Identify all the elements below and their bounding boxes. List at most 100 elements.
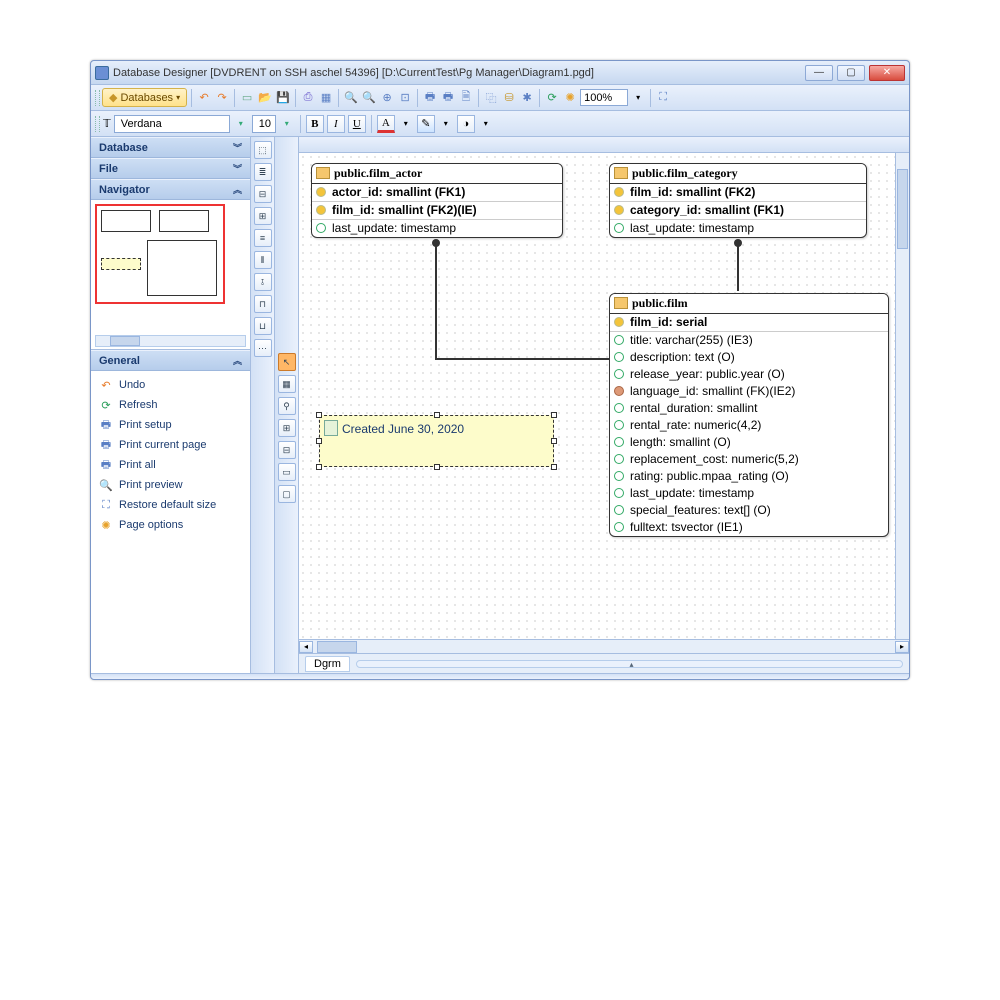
undo-icon[interactable]: ↶ [196,90,212,106]
object-tool-4[interactable]: ⊟ [278,441,296,459]
table-column[interactable]: last_update: timestamp [312,220,562,237]
toolbar-grip[interactable] [95,90,100,106]
maximize-button[interactable]: ▢ [837,65,865,81]
underline-button[interactable]: U [348,115,366,133]
object-tool-3[interactable]: ⊞ [278,419,296,437]
table-column[interactable]: replacement_cost: numeric(5,2) [610,451,888,468]
horizontal-scrollbar[interactable]: ◂ ▸ [299,639,909,653]
general-item-restore-default-size[interactable]: ⛶Restore default size [93,495,248,515]
object-tool-6[interactable]: ▢ [278,485,296,503]
table-column[interactable]: last_update: timestamp [610,485,888,502]
general-item-print-preview[interactable]: 🔍Print preview [93,475,248,495]
text-color-button[interactable]: A [377,115,395,133]
zoom-fit-icon[interactable]: ⊕ [379,90,395,106]
databases-dropdown[interactable]: ◆ Databases ▾ [102,88,187,107]
general-panel-header[interactable]: General︽ [91,350,250,371]
save-icon[interactable]: 💾 [275,90,291,106]
object-tool-5[interactable]: ▭ [278,463,296,481]
diagram-canvas[interactable]: public.film_actoractor_id: smallint (FK1… [299,153,909,639]
table-column[interactable]: rental_duration: smallint [610,400,888,417]
table-column[interactable]: film_id: smallint (FK2)(IE) [312,202,562,220]
align-tool-0[interactable]: ⬚ [254,141,272,159]
table-film-actor[interactable]: public.film_actoractor_id: smallint (FK1… [311,163,563,238]
print-preview-icon[interactable]: 🗎 [458,90,474,106]
tab-dgrm[interactable]: Dgrm [305,656,350,672]
font-size-select[interactable]: 10 [252,115,276,133]
general-item-print-all[interactable]: 🖶Print all [93,455,248,475]
minimize-button[interactable]: — [805,65,833,81]
object-tool-2[interactable]: ⚲ [278,397,296,415]
open-icon[interactable]: 📂 [257,90,273,106]
align-tool-1[interactable]: ≣ [254,163,272,181]
table-column[interactable]: length: smallint (O) [610,434,888,451]
layout-3-icon[interactable]: ✱ [519,90,535,106]
italic-button[interactable]: I [327,115,345,133]
refresh-icon[interactable]: ⟳ [544,90,560,106]
fill-dropdown[interactable]: ▾ [478,116,494,132]
align-tool-4[interactable]: ≡ [254,229,272,247]
general-item-page-options[interactable]: ✺Page options [93,515,248,535]
save-as-icon[interactable]: ⎙ [300,90,316,106]
restore-size-icon[interactable]: ⛶ [655,90,671,106]
table-column[interactable]: fulltext: tsvector (IE1) [610,519,888,536]
highlight-button[interactable]: ✎ [417,115,435,133]
general-item-print-current-page[interactable]: 🖶Print current page [93,435,248,455]
general-item-refresh[interactable]: ⟳Refresh [93,395,248,415]
print-page-icon[interactable]: 🖶 [440,90,456,106]
table-column[interactable]: rental_rate: numeric(4,2) [610,417,888,434]
table-column[interactable]: actor_id: smallint (FK1) [312,184,562,202]
align-tool-7[interactable]: ⊓ [254,295,272,313]
database-panel-header[interactable]: Database︾ [91,137,250,158]
print-icon[interactable]: 🖶 [422,90,438,106]
font-dropdown-icon[interactable]: ▾ [233,116,249,132]
zoom-out-icon[interactable]: 🔍 [361,90,377,106]
layout-1-icon[interactable]: ⿻ [483,90,499,106]
zoom-field[interactable]: 100% [580,89,628,106]
general-item-print-setup[interactable]: 🖶Print setup [93,415,248,435]
text-color-dropdown[interactable]: ▾ [398,116,414,132]
file-panel-header[interactable]: File︾ [91,158,250,179]
titlebar[interactable]: Database Designer [DVDRENT on SSH aschel… [91,61,909,85]
redo-icon[interactable]: ↷ [214,90,230,106]
object-tool-1[interactable]: ▦ [278,375,296,393]
toolbar-grip[interactable] [95,116,100,132]
zoom-in-icon[interactable]: 🔍 [343,90,359,106]
bold-button[interactable]: B [306,115,324,133]
table-column[interactable]: last_update: timestamp [610,220,866,237]
navigator-panel[interactable] [91,200,250,350]
diagram-note[interactable]: Created June 30, 2020 [319,415,554,467]
table-column[interactable]: language_id: smallint (FK)(IE2) [610,383,888,400]
vertical-scrollbar[interactable] [895,153,909,639]
navigator-thumbnail[interactable] [95,204,225,304]
general-item-undo[interactable]: ↶Undo [93,375,248,395]
size-dropdown-icon[interactable]: ▾ [279,116,295,132]
layout-2-icon[interactable]: ⛁ [501,90,517,106]
align-tool-2[interactable]: ⊟ [254,185,272,203]
align-tool-6[interactable]: ⫱ [254,273,272,291]
table-column[interactable]: description: text (O) [610,349,888,366]
table-column[interactable]: release_year: public.year (O) [610,366,888,383]
navigator-panel-header[interactable]: Navigator︽ [91,179,250,200]
table-column[interactable]: rating: public.mpaa_rating (O) [610,468,888,485]
zoom-region-icon[interactable]: ⊡ [397,90,413,106]
navigator-scrollbar[interactable] [95,335,246,347]
table-column[interactable]: film_id: serial [610,314,888,332]
table-film[interactable]: public.filmfilm_id: serialtitle: varchar… [609,293,889,537]
align-tool-3[interactable]: ⊞ [254,207,272,225]
align-tool-5[interactable]: ⫴ [254,251,272,269]
table-column[interactable]: title: varchar(255) (IE3) [610,332,888,349]
options-icon[interactable]: ✺ [562,90,578,106]
grid-icon[interactable]: ▦ [318,90,334,106]
table-column[interactable]: film_id: smallint (FK2) [610,184,866,202]
fill-color-button[interactable]: ◑ [457,115,475,133]
object-tool-0[interactable]: ↖ [278,353,296,371]
table-film-category[interactable]: public.film_categoryfilm_id: smallint (F… [609,163,867,238]
new-icon[interactable]: ▭ [239,90,255,106]
table-column[interactable]: special_features: text[] (O) [610,502,888,519]
highlight-dropdown[interactable]: ▾ [438,116,454,132]
align-tool-8[interactable]: ⊔ [254,317,272,335]
font-family-select[interactable]: Verdana [114,115,230,133]
close-button[interactable]: ✕ [869,65,905,81]
align-tool-9[interactable]: ⋯ [254,339,272,357]
table-column[interactable]: category_id: smallint (FK1) [610,202,866,220]
